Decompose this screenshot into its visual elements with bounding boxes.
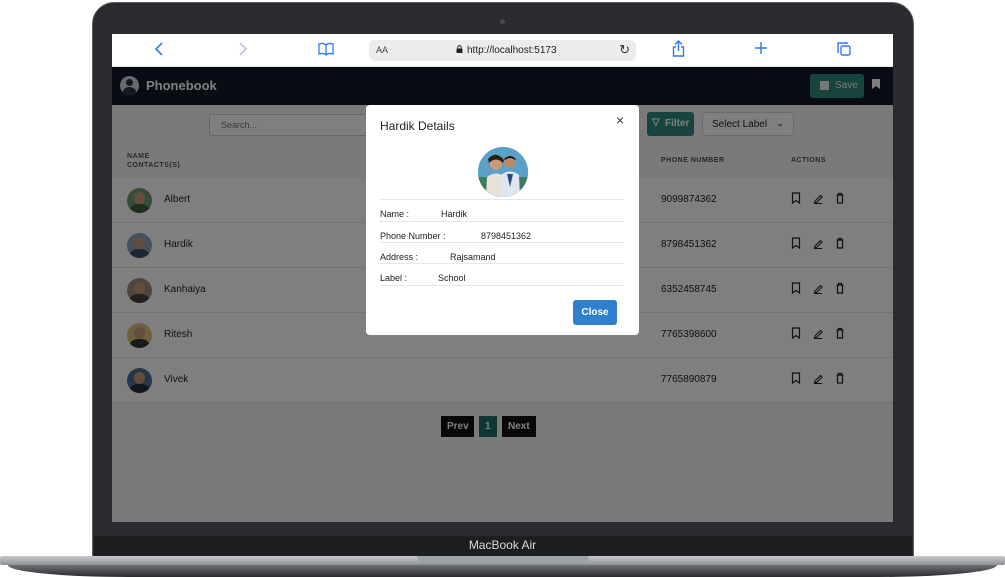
plus-icon[interactable] [754, 41, 768, 60]
address-bar[interactable]: AA http://localhost:5173 ↻ [369, 40, 636, 61]
laptop-base [0, 556, 1005, 577]
contact-details-modal: Hardik Details × Name : Hardik Phone Num… [366, 105, 639, 335]
chevron-left-icon[interactable] [154, 41, 164, 62]
name-label: Name : [380, 209, 410, 219]
screen: AA http://localhost:5173 ↻ Phonebook Sav… [112, 34, 893, 522]
close-button[interactable]: Close [573, 300, 617, 325]
divider [380, 199, 623, 200]
divider [380, 221, 623, 222]
label-value: School [438, 273, 466, 283]
divider [380, 242, 623, 243]
divider [380, 285, 623, 286]
modal-title: Hardik Details [380, 119, 455, 133]
browser-toolbar: AA http://localhost:5173 ↻ [112, 34, 893, 67]
tabs-icon[interactable] [837, 42, 851, 61]
contact-photo [478, 147, 528, 197]
phone-value: 8798451362 [481, 231, 532, 241]
device-model-label: MacBook Air [468, 538, 537, 552]
share-icon[interactable] [672, 40, 685, 62]
name-value: Hardik [441, 209, 468, 219]
label-label: Label : [380, 273, 408, 283]
lock-icon [456, 45, 463, 53]
text-size-button[interactable]: AA [376, 45, 388, 55]
reload-icon[interactable]: ↻ [619, 42, 630, 58]
divider [380, 263, 623, 264]
address-value: Rajsamand [450, 252, 496, 262]
chevron-right-icon[interactable] [238, 41, 248, 62]
close-icon[interactable]: × [616, 112, 624, 128]
address-label: Address : [380, 252, 419, 262]
phone-label: Phone Number : [380, 231, 446, 241]
book-icon[interactable] [318, 42, 334, 61]
camera [500, 19, 505, 24]
url-text: http://localhost:5173 [467, 45, 557, 56]
